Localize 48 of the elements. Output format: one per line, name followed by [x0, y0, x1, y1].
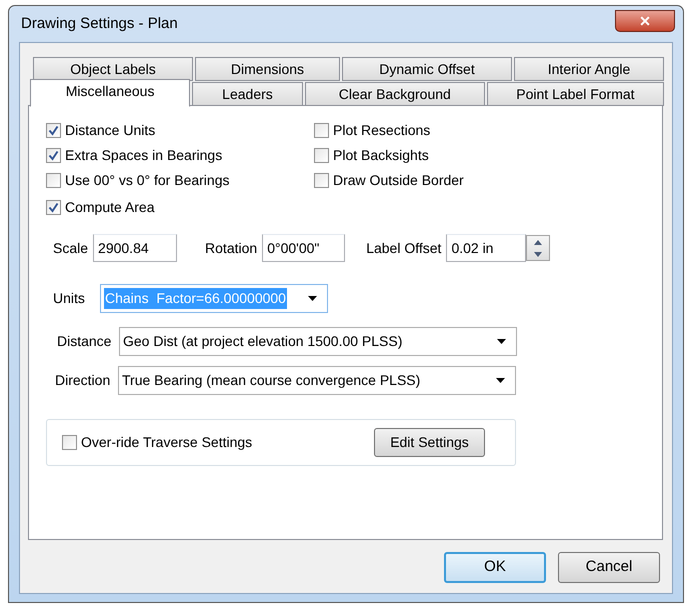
up-arrow-icon — [534, 240, 542, 244]
checkbox-label: Plot Resections — [333, 121, 430, 140]
window-title: Drawing Settings - Plan — [20, 14, 178, 34]
tab[interactable]: Dimensions — [195, 57, 340, 81]
dropdown[interactable]: Geo Dist (at project elevation 1500.00 PLSS) — [119, 327, 517, 356]
dropdown-label: Direction — [55, 371, 112, 390]
checkbox[interactable] — [46, 123, 61, 138]
dropdown-arrow-icon — [496, 378, 505, 383]
checkbox-label: Distance Units — [65, 121, 156, 140]
tab[interactable]: Dynamic Offset — [342, 57, 512, 81]
tab[interactable]: Point Label Format — [486, 82, 664, 106]
input-field[interactable]: 0°00'00" — [262, 234, 346, 262]
check-icon — [48, 125, 59, 136]
edit-settings-button[interactable]: Edit Settings — [374, 428, 485, 457]
checkbox[interactable] — [314, 123, 329, 138]
checkbox[interactable] — [46, 148, 61, 163]
check-icon — [48, 202, 59, 213]
field-label: Label Offset — [366, 238, 442, 258]
checkbox-label: Extra Spaces in Bearings — [65, 146, 222, 165]
input-field[interactable]: 0.02 in — [446, 234, 526, 262]
tab[interactable]: Leaders — [192, 82, 303, 106]
dialog-button[interactable]: OK — [444, 552, 546, 583]
field-label: Rotation — [205, 238, 258, 258]
dropdown[interactable]: True Bearing (mean course convergence PLSS) — [118, 366, 516, 395]
checkbox-label: Over-ride Traverse Settings — [81, 433, 252, 452]
checkbox-label: Compute Area — [65, 198, 154, 217]
tab[interactable]: Interior Angle — [514, 57, 664, 81]
checkbox-label: Draw Outside Border — [333, 171, 464, 190]
dropdown-arrow-icon — [308, 296, 317, 301]
field-label: Scale — [53, 238, 88, 258]
checkbox-label: Use 00° vs 0° for Bearings — [65, 171, 230, 190]
checkbox[interactable] — [314, 148, 329, 163]
checkbox[interactable] — [62, 435, 77, 450]
spinner-buttons[interactable] — [526, 235, 550, 261]
dropdown-label: Units — [53, 289, 86, 308]
checkbox[interactable] — [314, 173, 329, 188]
tab[interactable]: Object Labels — [33, 57, 193, 81]
checkbox-label: Plot Backsights — [333, 146, 429, 165]
checkbox[interactable] — [46, 173, 61, 188]
dropdown-arrow-icon — [497, 339, 506, 344]
down-arrow-icon — [534, 252, 542, 256]
tab[interactable]: Miscellaneous — [30, 79, 190, 107]
checkbox[interactable] — [46, 200, 61, 215]
tab[interactable]: Clear Background — [304, 82, 485, 106]
input-field[interactable]: 2900.84 — [93, 234, 178, 262]
dialog-button[interactable]: Cancel — [558, 552, 660, 583]
check-icon — [48, 150, 59, 161]
dropdown-label: Distance — [57, 332, 112, 351]
